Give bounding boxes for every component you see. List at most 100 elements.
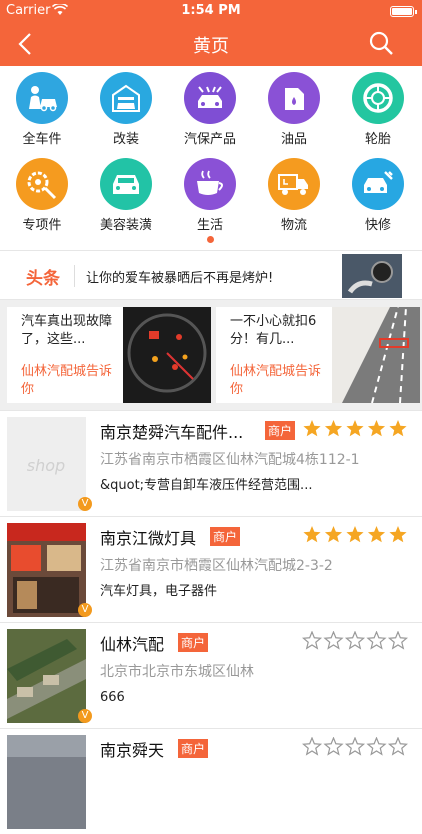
delivery-truck-icon: [268, 158, 320, 210]
shop-description: 666: [100, 690, 125, 705]
category-label: 生活: [196, 218, 223, 233]
merchant-badge: 商户: [265, 421, 296, 440]
car-wash-icon: [184, 72, 236, 124]
category-maintenance-products[interactable]: 汽保产品: [168, 66, 252, 150]
article-card[interactable]: 汽车真出现故障了，这些... 仙林汽配城告诉你: [7, 307, 211, 403]
status-bar: Carrier 1:54 PM: [0, 0, 422, 22]
star-empty-icon: [344, 737, 366, 756]
category-modification[interactable]: 改装: [84, 66, 168, 150]
category-life[interactable]: 生活: [168, 152, 252, 236]
shop-address: 北京市北京市东城区仙林: [100, 664, 254, 680]
star-filled-icon: [389, 526, 407, 543]
oil-can-icon: [268, 72, 320, 124]
category-tires[interactable]: 轮胎: [336, 66, 420, 150]
category-label: 快修: [364, 218, 391, 233]
article-card[interactable]: 一不小心就扣6分！有几... 仙林汽配城告诉你: [216, 307, 420, 403]
category-quick-repair[interactable]: 快修: [336, 152, 420, 236]
category-label: 油品: [280, 132, 307, 147]
shop-row[interactable]: V 南京江微灯具 商户 江苏省南京市栖霞区仙林汽配城2-3-2 汽车灯具，电子器…: [0, 516, 422, 622]
shop-address: 江苏省南京市栖霞区仙林汽配城4栋112-1: [100, 452, 360, 468]
shop-image: [7, 735, 86, 829]
garage-car-icon: [100, 72, 152, 124]
shop-name: 仙林汽配: [100, 635, 165, 654]
verified-badge: V: [78, 603, 92, 617]
battery-icon: [390, 6, 417, 17]
category-all-parts[interactable]: 全车件: [0, 66, 84, 150]
shop-list: shop V 南京楚舜汽车配件... 商户 江苏省南京市栖霞区仙林汽配城4栋11…: [0, 410, 422, 829]
headline-text: 让你的爱车被暴晒后不再是烤炉!: [86, 271, 274, 286]
merchant-badge: 商户: [178, 739, 209, 758]
star-empty-icon: [387, 737, 408, 756]
divider: [74, 265, 75, 287]
rating-stars: [303, 526, 407, 543]
headline-thumbnail: [342, 254, 402, 298]
category-label: 改装: [112, 132, 139, 147]
car-wash-person-icon: [16, 72, 68, 124]
article-source: 仙林汽配城告诉你: [21, 364, 113, 397]
star-filled-icon: [346, 420, 364, 437]
headline-news-bar[interactable]: 头条 让你的爱车被暴晒后不再是烤炉!: [0, 250, 422, 300]
article-title: 一不小心就扣6分！有几...: [230, 314, 317, 347]
article-title: 汽车真出现故障了，这些...: [21, 314, 113, 347]
star-empty-icon: [302, 737, 323, 756]
article-cards: 汽车真出现故障了，这些... 仙林汽配城告诉你 一不小心就扣6分！有几... 仙…: [0, 300, 422, 410]
shop-placeholder-image: shop: [7, 417, 86, 511]
star-empty-icon: [366, 737, 387, 756]
star-filled-icon: [303, 526, 321, 543]
merchant-badge: 商户: [210, 527, 241, 546]
road-lane-image: [332, 307, 420, 403]
shop-description: 汽车灯具，电子器件: [100, 584, 218, 599]
category-label: 美容装潢: [99, 218, 152, 233]
star-filled-icon: [367, 526, 386, 543]
category-label: 全车件: [22, 132, 62, 147]
shop-row[interactable]: V 仙林汽配 商户 北京市北京市东城区仙林 666: [0, 622, 422, 728]
svg-text:shop: shop: [27, 456, 65, 475]
star-filled-icon: [303, 420, 321, 437]
category-grid: 全车件 改装 汽保产品 油品 轮胎 专项件 美容装潢 生活 物流 快修: [0, 66, 422, 248]
category-label: 物流: [280, 218, 307, 233]
shop-name: 南京舜天: [100, 741, 165, 760]
car-repair-icon: [352, 158, 404, 210]
star-filled-icon: [346, 526, 364, 543]
tire-icon: [352, 72, 404, 124]
star-empty-icon: [323, 631, 344, 650]
shop-row[interactable]: 南京舜天 商户: [0, 728, 422, 834]
aerial-market-image: [7, 629, 86, 723]
shop-address: 江苏省南京市栖霞区仙林汽配城2-3-2: [100, 558, 333, 574]
headline-tag: 头条: [26, 269, 60, 289]
merchant-badge: 商户: [178, 633, 209, 652]
star-filled-icon: [367, 420, 386, 437]
shop-row[interactable]: shop V 南京楚舜汽车配件... 商户 江苏省南京市栖霞区仙林汽配城4栋11…: [0, 410, 422, 516]
star-empty-icon: [323, 737, 344, 756]
gear-parts-icon: [16, 158, 68, 210]
rating-stars: [302, 737, 408, 756]
verified-badge: V: [78, 497, 92, 511]
rating-stars: [302, 631, 408, 650]
star-filled-icon: [324, 420, 343, 437]
star-filled-icon: [389, 420, 407, 437]
article-source: 仙林汽配城告诉你: [230, 364, 322, 397]
shop-description: &quot;专营自卸车液压件经营范围...: [100, 478, 313, 493]
dashboard-warning-image: [123, 307, 211, 403]
category-label: 轮胎: [364, 132, 391, 147]
category-logistics[interactable]: 物流: [252, 152, 336, 236]
category-special-parts[interactable]: 专项件: [0, 152, 84, 236]
star-empty-icon: [366, 631, 387, 650]
page-indicator-dot: [207, 236, 214, 243]
page-title: 黄页: [193, 36, 229, 57]
shop-name: 南京楚舜汽车配件...: [100, 423, 244, 442]
verified-badge: V: [78, 709, 92, 723]
search-icon[interactable]: [368, 30, 394, 56]
category-label: 专项件: [22, 218, 62, 233]
star-filled-icon: [324, 526, 343, 543]
shop-name: 南京江微灯具: [100, 529, 197, 548]
star-empty-icon: [344, 631, 366, 650]
rating-stars: [303, 420, 407, 437]
category-oil[interactable]: 油品: [252, 66, 336, 150]
coffee-cup-icon: [184, 158, 236, 210]
storefront-image: [7, 523, 86, 617]
category-label: 汽保产品: [183, 132, 236, 147]
top-bar: Carrier 1:54 PM 黄页: [0, 0, 422, 66]
nav-bar: 黄页: [0, 22, 422, 66]
category-beauty-decoration[interactable]: 美容装潢: [84, 152, 168, 236]
